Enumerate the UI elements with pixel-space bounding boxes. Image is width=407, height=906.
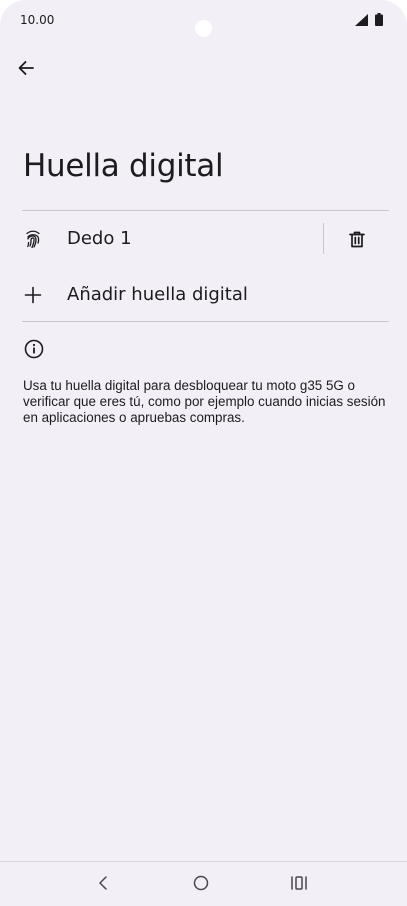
fingerprint-item-label: Dedo 1 (67, 228, 132, 249)
nav-back-button[interactable] (88, 870, 118, 896)
battery-icon (375, 13, 383, 26)
signal-icon (355, 14, 368, 26)
plus-icon (22, 284, 44, 306)
delete-fingerprint-button[interactable] (340, 223, 374, 255)
status-time: 10.00 (20, 13, 55, 27)
add-fingerprint-button[interactable]: Añadir huella digital (0, 267, 407, 323)
divider (22, 321, 389, 322)
recents-nav-icon (291, 876, 307, 890)
fingerprint-settings-screen: 10.00 Huella digital Dedo 1 Añadir huell… (0, 0, 407, 906)
back-button[interactable] (10, 54, 42, 82)
trash-icon (349, 231, 365, 247)
nav-home-button[interactable] (186, 870, 216, 896)
nav-recents-button[interactable] (284, 870, 314, 896)
fingerprint-icon (22, 228, 44, 250)
back-nav-icon (99, 876, 107, 890)
arrow-left-icon (18, 61, 34, 75)
navigation-bar (0, 861, 407, 906)
camera-cutout (195, 20, 212, 37)
page-title: Huella digital (23, 148, 224, 184)
add-fingerprint-label: Añadir huella digital (67, 284, 248, 305)
status-bar: 10.00 (0, 0, 407, 44)
home-nav-icon (193, 875, 209, 891)
info-description: Usa tu huella digital para desbloquear t… (23, 378, 386, 425)
vertical-divider (323, 223, 324, 254)
info-icon (24, 339, 44, 359)
